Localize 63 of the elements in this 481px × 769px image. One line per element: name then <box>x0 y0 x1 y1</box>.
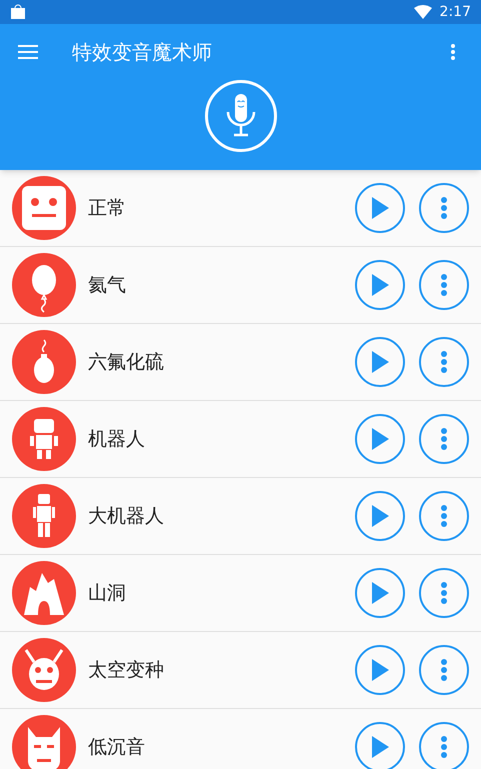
options-button[interactable] <box>419 414 469 464</box>
effect-name: 山洞 <box>88 580 127 606</box>
effect-name: 正常 <box>88 196 127 221</box>
play-icon <box>371 659 389 681</box>
play-button[interactable] <box>355 260 405 310</box>
play-icon <box>371 351 389 373</box>
wifi-icon <box>414 5 432 19</box>
effect-row[interactable]: 太空变种 <box>0 632 481 709</box>
effect-name: 六氟化硫 <box>88 350 165 375</box>
play-icon <box>371 428 389 450</box>
bulb-icon <box>12 330 76 394</box>
status-time: 2:17 <box>440 2 471 22</box>
effect-row[interactable]: 六氟化硫 <box>0 324 481 401</box>
robot-face-icon <box>12 176 76 240</box>
bag-icon <box>10 4 26 20</box>
effect-row[interactable]: 正常 <box>0 170 481 247</box>
play-icon <box>371 274 389 296</box>
effect-row[interactable]: 机器人 <box>0 401 481 478</box>
robot-icon <box>12 484 76 548</box>
options-button[interactable] <box>419 260 469 310</box>
more-icon <box>440 735 448 759</box>
app-title: 特效变音魔术师 <box>72 39 213 66</box>
more-icon <box>440 196 448 220</box>
cave-icon <box>12 561 76 625</box>
more-icon <box>440 504 448 528</box>
options-button[interactable] <box>419 722 469 769</box>
effect-row[interactable]: 山洞 <box>0 555 481 632</box>
more-icon <box>440 581 448 605</box>
play-button[interactable] <box>355 491 405 541</box>
play-icon <box>371 505 389 527</box>
effect-row[interactable]: 大机器人 <box>0 478 481 555</box>
menu-icon <box>18 45 38 59</box>
more-icon <box>450 43 456 61</box>
more-icon <box>440 350 448 374</box>
options-button[interactable] <box>419 645 469 695</box>
more-icon <box>440 427 448 451</box>
record-button[interactable] <box>204 80 276 152</box>
effect-name: 大机器人 <box>88 504 165 529</box>
options-button[interactable] <box>419 491 469 541</box>
play-button[interactable] <box>355 414 405 464</box>
play-button[interactable] <box>355 337 405 387</box>
effect-row[interactable]: 低沉音 <box>0 709 481 769</box>
effect-name: 低沉音 <box>88 734 146 760</box>
play-icon <box>371 197 389 219</box>
play-button[interactable] <box>355 645 405 695</box>
play-icon <box>371 736 389 758</box>
more-icon <box>440 658 448 682</box>
play-button[interactable] <box>355 183 405 233</box>
play-icon <box>371 582 389 604</box>
more-icon <box>440 273 448 297</box>
microphone-icon <box>224 94 256 138</box>
robot-icon <box>12 407 76 471</box>
alien-icon <box>12 638 76 702</box>
effect-name: 太空变种 <box>88 658 165 683</box>
effect-row[interactable]: 氦气 <box>0 247 481 324</box>
effect-name: 氦气 <box>88 272 127 298</box>
balloon-icon <box>12 253 76 317</box>
options-button[interactable] <box>419 337 469 387</box>
play-button[interactable] <box>355 722 405 769</box>
options-button[interactable] <box>419 183 469 233</box>
play-button[interactable] <box>355 568 405 618</box>
effect-name: 机器人 <box>88 426 146 452</box>
options-button[interactable] <box>419 568 469 618</box>
